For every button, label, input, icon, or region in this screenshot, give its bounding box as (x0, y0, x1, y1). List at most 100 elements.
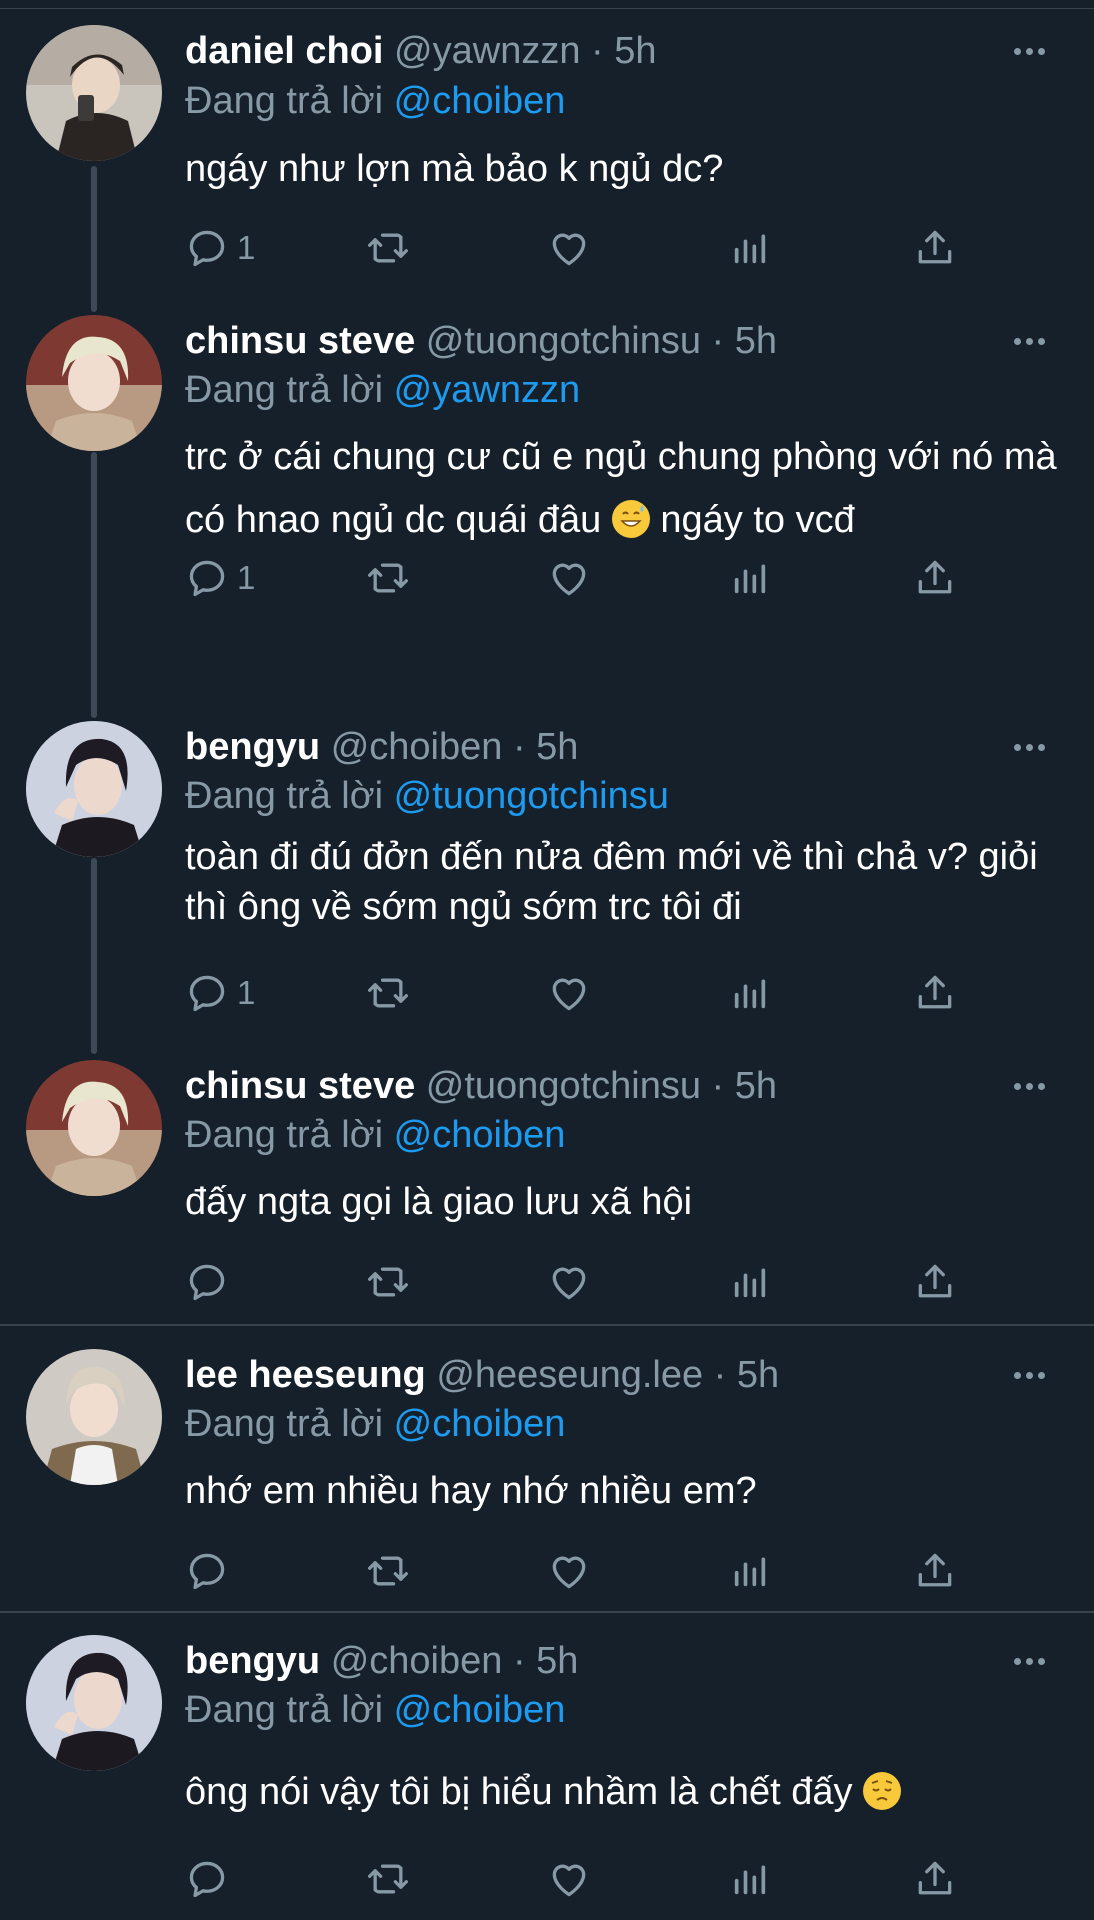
views-button[interactable] (730, 553, 770, 603)
mention-link[interactable]: @choiben (394, 1689, 566, 1731)
reply-prefix: Đang trả lời (185, 775, 384, 817)
views-icon (734, 1865, 766, 1895)
username[interactable]: @tuongotchinsu (426, 1065, 701, 1107)
timestamp[interactable]: · 5h (513, 726, 578, 768)
retweet-button[interactable] (365, 968, 411, 1018)
retweet-button[interactable] (365, 223, 411, 273)
retweet-button[interactable] (365, 553, 411, 603)
share-button[interactable] (913, 1854, 957, 1904)
tweet[interactable]: chinsu steve @tuongotchinsu · 5h Đang tr… (0, 310, 1094, 705)
tweet-actions: 1 (185, 968, 1005, 1018)
username[interactable]: @heeseung.lee (436, 1354, 703, 1396)
more-icon[interactable] (1004, 36, 1054, 66)
views-button[interactable] (730, 968, 770, 1018)
like-button[interactable] (547, 968, 591, 1018)
display-name[interactable]: daniel choi (185, 30, 383, 72)
avatar[interactable] (26, 1060, 162, 1196)
avatar[interactable] (26, 315, 162, 451)
reply-prefix: Đang trả lời (185, 369, 384, 411)
tweet-text: ngáy như lợn mà bảo k ngủ dc? (185, 148, 724, 190)
share-icon (918, 560, 952, 594)
avatar[interactable] (26, 25, 162, 161)
mention-link[interactable]: @yawnzzn (394, 369, 580, 411)
avatar[interactable] (26, 721, 162, 857)
share-button[interactable] (913, 968, 957, 1018)
username[interactable]: @choiben (331, 726, 503, 768)
like-button[interactable] (547, 223, 591, 273)
like-icon (552, 1556, 586, 1589)
reply-icon (189, 1861, 225, 1898)
retweet-button[interactable] (365, 1854, 411, 1904)
mention-link[interactable]: @choiben (394, 1403, 566, 1445)
reply-prefix: Đang trả lời (185, 1689, 384, 1731)
like-button[interactable] (547, 1854, 591, 1904)
tweet[interactable]: bengyu @choiben · 5h Đang trả lời @choib… (0, 1613, 1094, 1920)
like-button[interactable] (547, 553, 591, 603)
avatar-daniel-choi (26, 25, 162, 161)
tweet[interactable]: bengyu @choiben · 5h Đang trả lời @tuong… (0, 716, 1094, 1046)
reply-button[interactable] (185, 1257, 237, 1307)
timestamp[interactable]: · 5h (513, 1640, 578, 1682)
share-button[interactable] (913, 553, 957, 603)
username[interactable]: @yawnzzn (394, 30, 580, 72)
share-button[interactable] (913, 1546, 957, 1596)
timestamp[interactable]: · 5h (714, 1354, 779, 1396)
retweet-icon (368, 233, 408, 263)
username[interactable]: @choiben (331, 1640, 503, 1682)
timestamp[interactable]: · 5h (712, 1065, 777, 1107)
like-button[interactable] (547, 1257, 591, 1307)
more-icon[interactable] (1004, 732, 1054, 762)
timestamp[interactable]: · 5h (712, 320, 777, 362)
tweet[interactable]: daniel choi @yawnzzn · 5h Đang trả lời @… (0, 0, 1094, 300)
views-icon (734, 564, 766, 594)
mention-link[interactable]: @choiben (394, 80, 566, 122)
views-icon (734, 1268, 766, 1298)
tweet-text: nhớ em nhiều hay nhớ nhiều em? (185, 1470, 757, 1512)
more-icon[interactable] (1004, 326, 1054, 356)
avatar[interactable] (26, 1349, 162, 1485)
more-icon[interactable] (1004, 1071, 1054, 1101)
reply-icon (189, 1553, 225, 1590)
like-icon (552, 1864, 586, 1897)
more-icon[interactable] (1004, 1646, 1054, 1676)
share-button[interactable] (913, 1257, 957, 1307)
share-icon (918, 230, 952, 264)
mention-link[interactable]: @choiben (394, 1114, 566, 1156)
views-button[interactable] (730, 1257, 770, 1307)
like-icon (552, 1267, 586, 1300)
display-name[interactable]: chinsu steve (185, 1065, 415, 1107)
display-name[interactable]: lee heeseung (185, 1354, 426, 1396)
retweet-icon (368, 563, 408, 593)
reply-button[interactable] (185, 1854, 237, 1904)
like-button[interactable] (547, 1546, 591, 1596)
views-icon (734, 1557, 766, 1587)
display-name[interactable]: bengyu (185, 1640, 320, 1682)
views-button[interactable] (730, 223, 770, 273)
share-button[interactable] (913, 223, 957, 273)
views-button[interactable] (730, 1546, 770, 1596)
tweet[interactable]: chinsu steve @tuongotchinsu · 5h Đang tr… (0, 1055, 1094, 1325)
avatar[interactable] (26, 1635, 162, 1771)
reply-context: Đang trả lời @choiben (185, 1112, 565, 1158)
display-name[interactable]: chinsu steve (185, 320, 415, 362)
reply-button[interactable]: 1 (185, 223, 255, 273)
reply-button[interactable]: 1 (185, 553, 255, 603)
grinning-sweat-emoji (611, 500, 650, 538)
tweet-text: toàn đi đú đởn đến nửa đêm mới về thì ch… (185, 836, 1038, 928)
retweet-button[interactable] (365, 1257, 411, 1307)
display-name[interactable]: bengyu (185, 726, 320, 768)
views-button[interactable] (730, 1854, 770, 1904)
reply-button[interactable] (185, 1546, 237, 1596)
username[interactable]: @tuongotchinsu (426, 320, 701, 362)
tweet-text: đấy ngta gọi là giao lưu xã hội (185, 1181, 693, 1223)
retweet-icon (368, 978, 408, 1008)
tweet-header: bengyu @choiben · 5h (185, 1636, 578, 1686)
mention-link[interactable]: @tuongotchinsu (394, 775, 669, 817)
reply-button[interactable]: 1 (185, 968, 255, 1018)
tweet-actions (185, 1257, 1005, 1307)
tweet[interactable]: lee heeseung @heeseung.lee · 5h Đang trả… (0, 1326, 1094, 1611)
retweet-icon (368, 1267, 408, 1297)
retweet-button[interactable] (365, 1546, 411, 1596)
timestamp[interactable]: · 5h (591, 30, 656, 72)
more-icon[interactable] (1004, 1360, 1054, 1390)
